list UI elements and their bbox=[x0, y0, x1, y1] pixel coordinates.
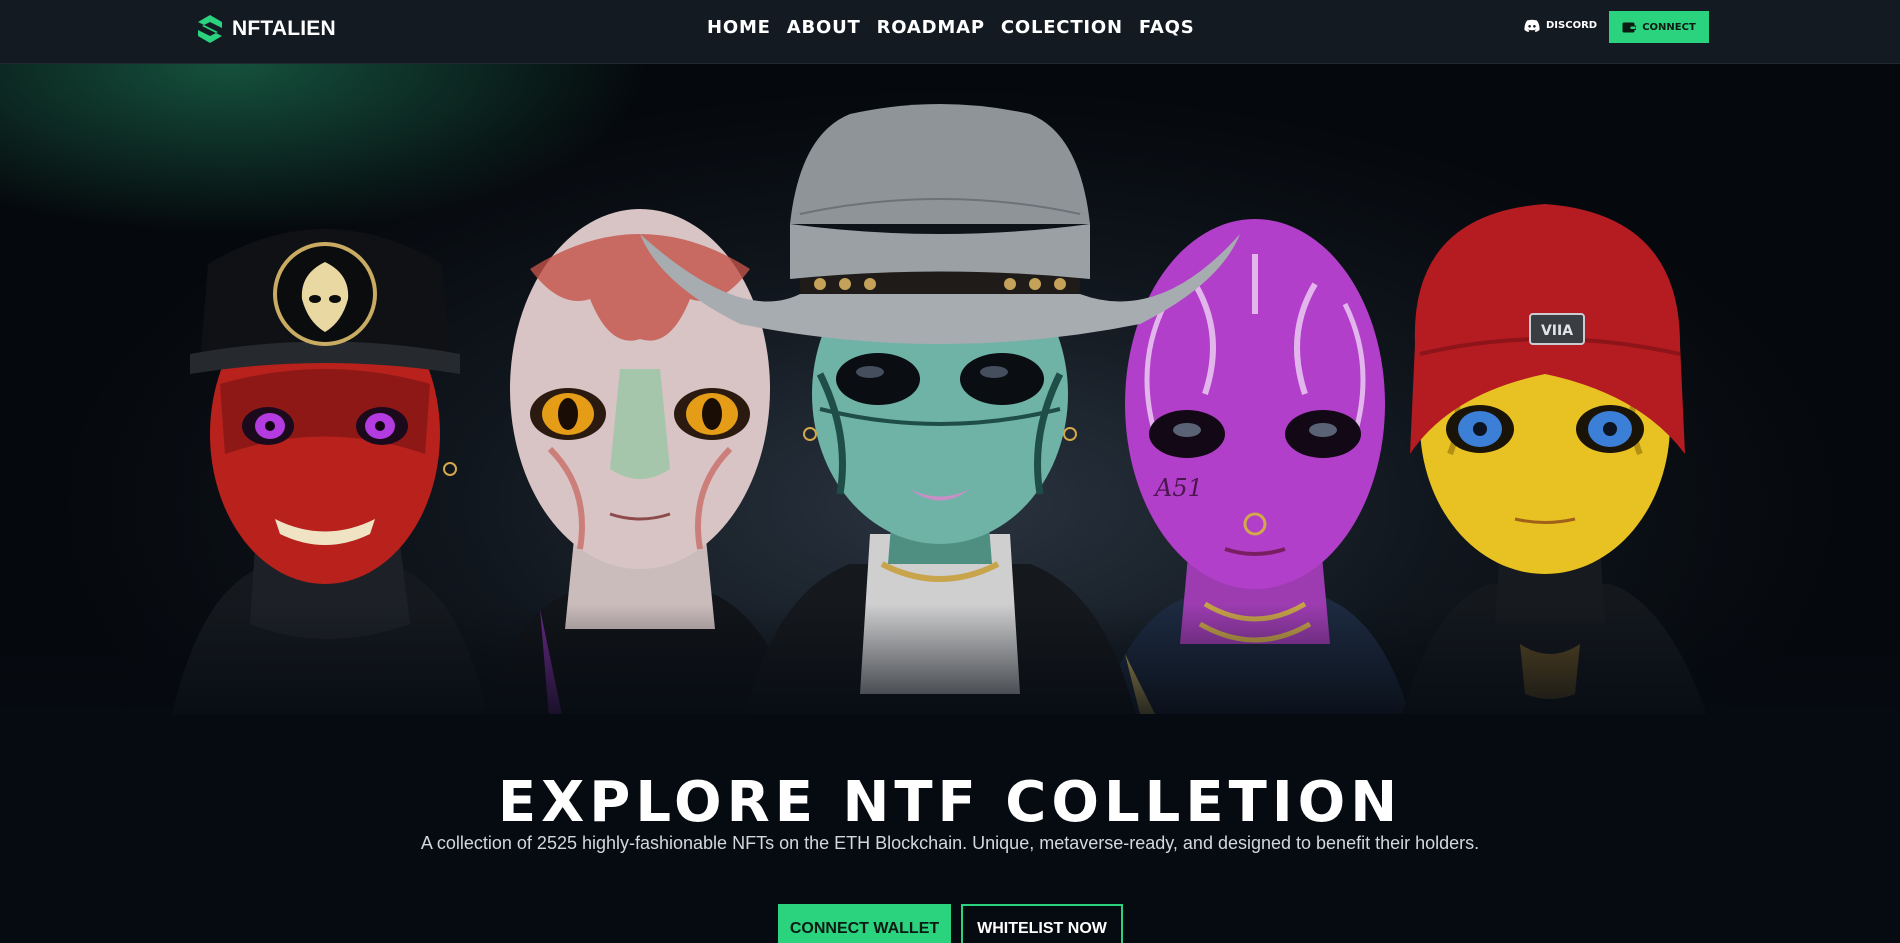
connect-button[interactable]: CONNECT bbox=[1609, 11, 1709, 43]
s-logo-icon bbox=[198, 15, 222, 43]
main-nav: HOME ABOUT ROADMAP COLECTION FAQS bbox=[707, 17, 1195, 38]
nav-colection[interactable]: COLECTION bbox=[1001, 17, 1123, 38]
nav-about[interactable]: ABOUT bbox=[787, 17, 861, 38]
brand[interactable]: NFTALIEN bbox=[196, 14, 336, 44]
discord-label: DISCORD bbox=[1546, 20, 1598, 31]
top-navbar: NFTALIEN HOME ABOUT ROADMAP COLECTION FA… bbox=[0, 0, 1900, 64]
hero-bottom-fade bbox=[0, 604, 1900, 714]
brand-name: NFTALIEN bbox=[232, 17, 336, 40]
beanie-patch-text: VIIA bbox=[1541, 323, 1573, 339]
nav-faqs[interactable]: FAQS bbox=[1139, 17, 1195, 38]
hero-headline: EXPLORE NTF COLLETION bbox=[497, 770, 1403, 835]
discord-link[interactable]: DISCORD bbox=[1524, 19, 1597, 32]
connect-wallet-button[interactable]: CONNECT WALLET bbox=[778, 904, 951, 943]
connect-label: CONNECT bbox=[1642, 21, 1696, 33]
hero-subtitle: A collection of 2525 highly-fashionable … bbox=[420, 833, 1480, 853]
whitelist-now-button[interactable]: WHITELIST NOW bbox=[961, 904, 1123, 943]
page: NFTALIEN HOME ABOUT ROADMAP COLECTION FA… bbox=[0, 0, 1900, 943]
discord-icon bbox=[1524, 19, 1540, 32]
nav-roadmap[interactable]: ROADMAP bbox=[877, 17, 985, 38]
nav-home[interactable]: HOME bbox=[707, 17, 771, 38]
wallet-icon bbox=[1622, 22, 1637, 33]
hero-banner: A51 VIIA bbox=[0, 64, 1900, 714]
